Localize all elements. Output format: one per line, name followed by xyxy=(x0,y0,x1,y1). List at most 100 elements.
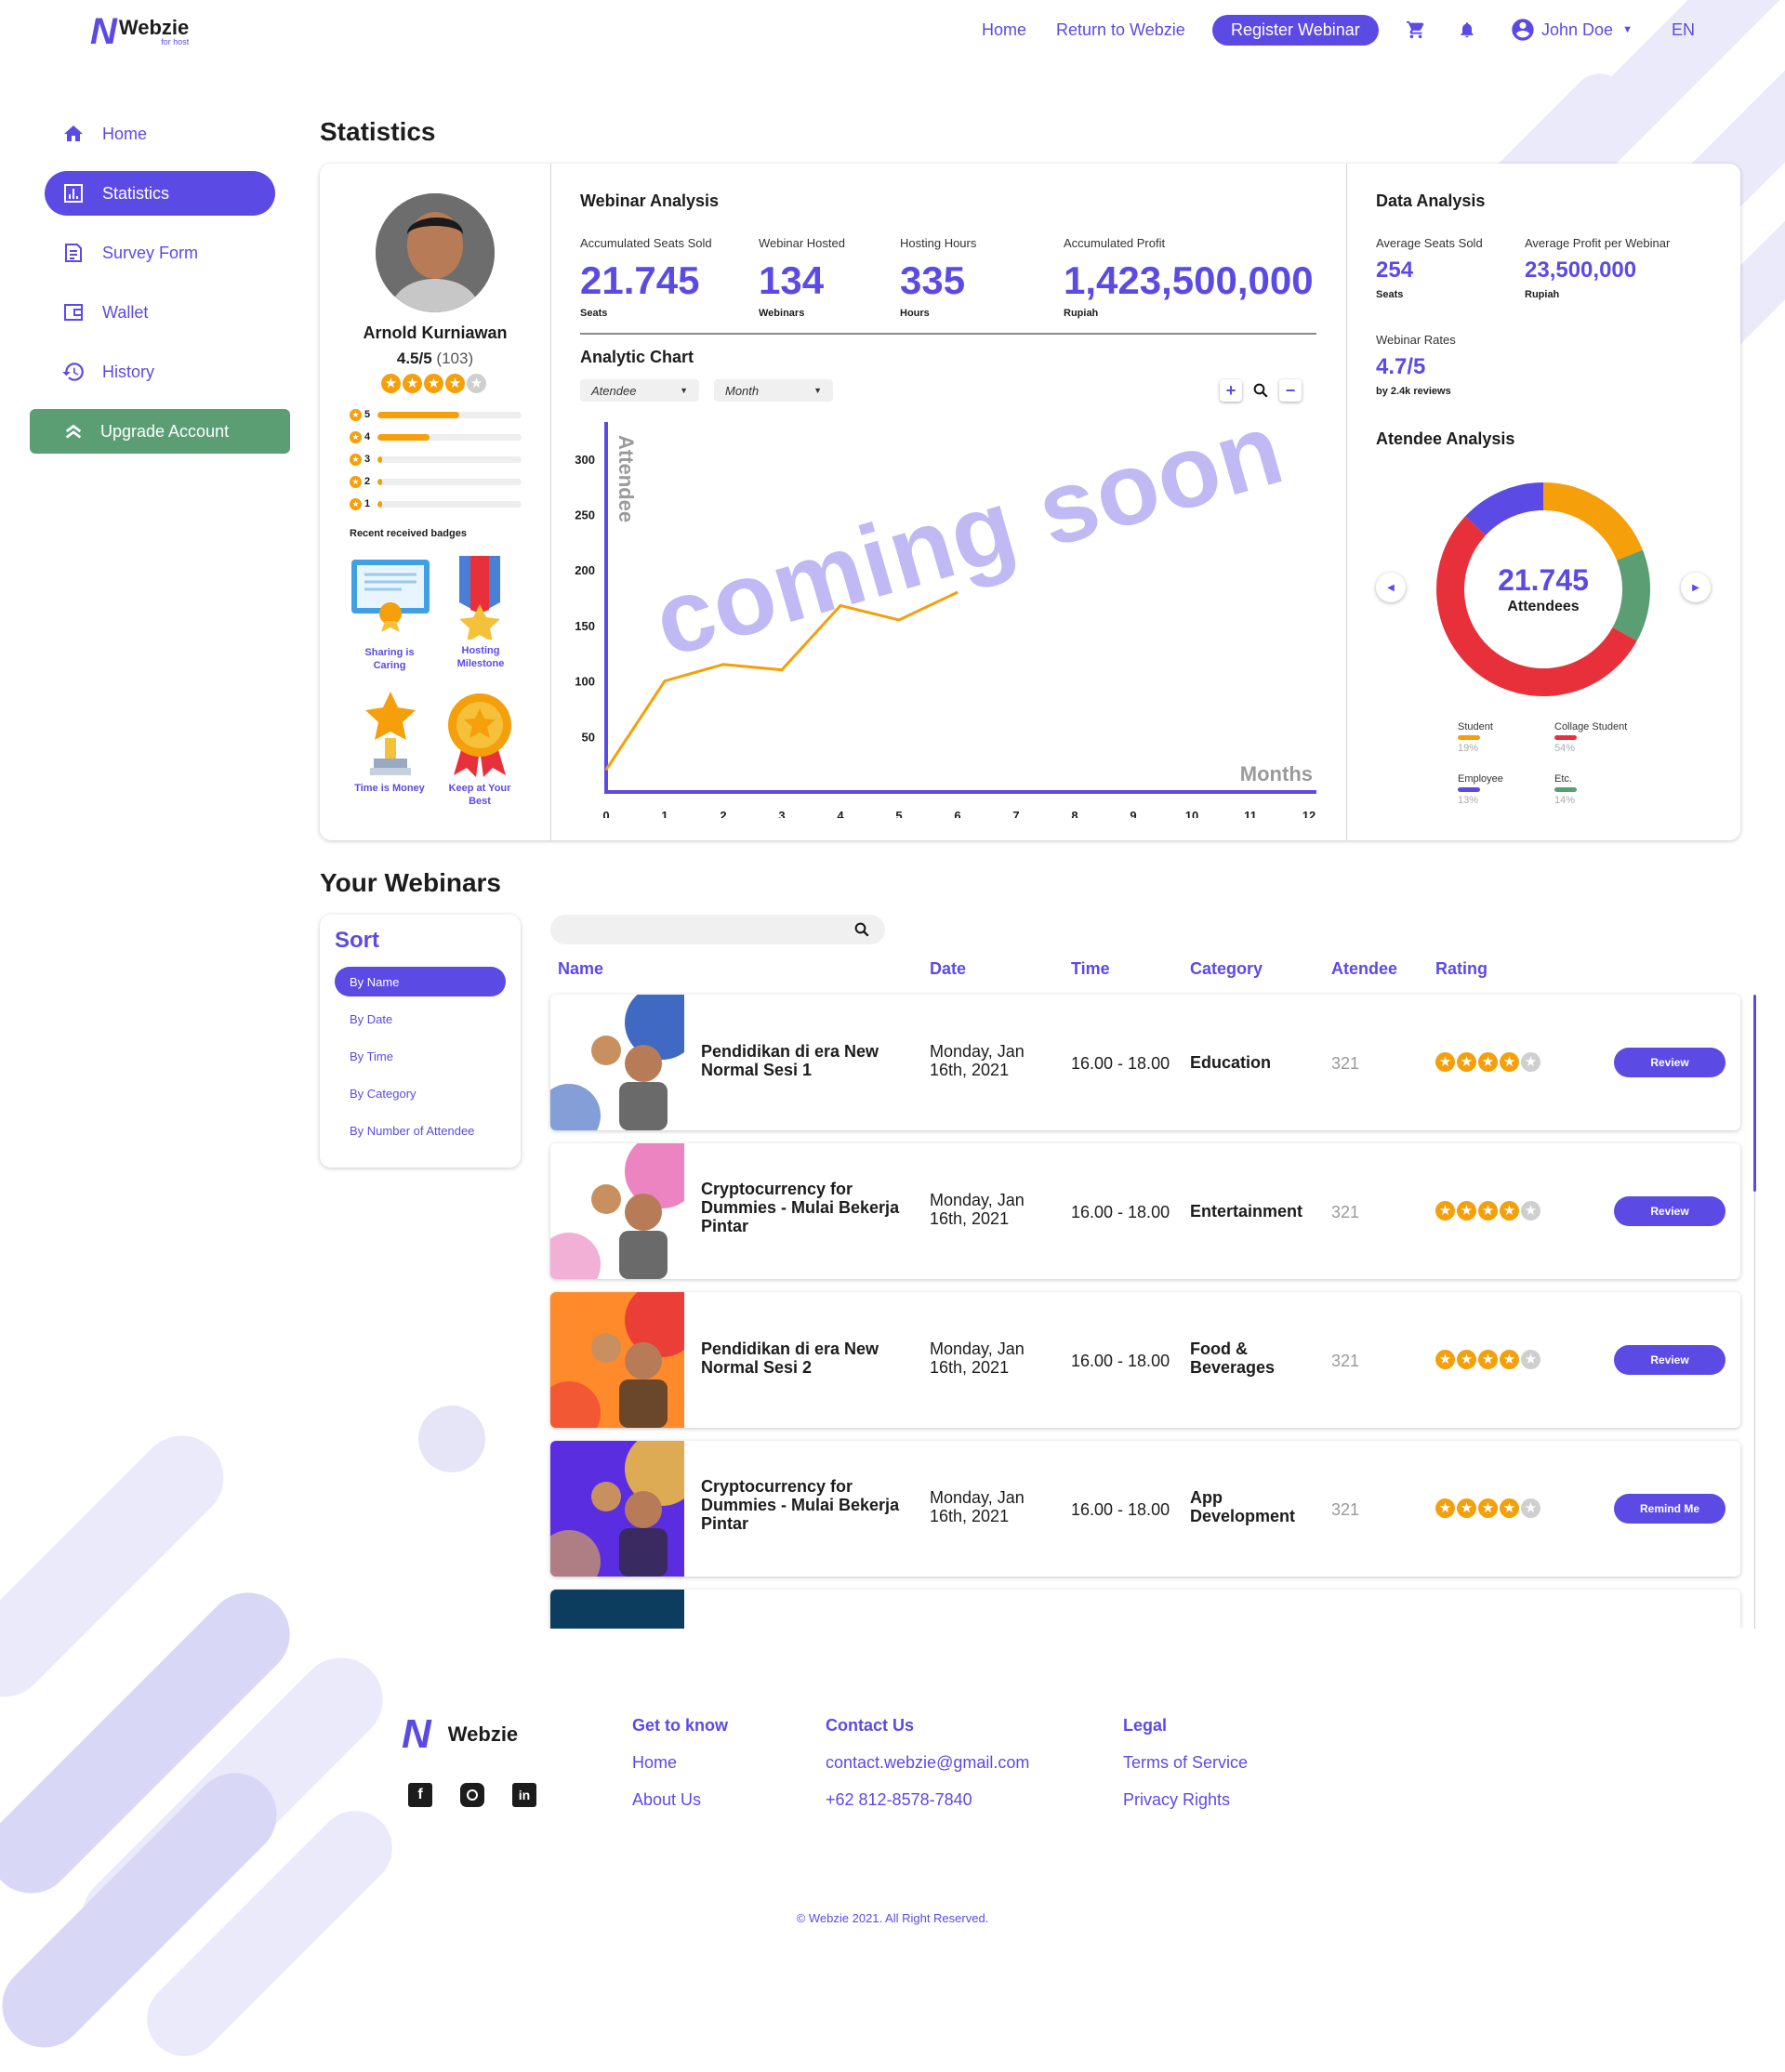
star-icon: ★ xyxy=(350,430,362,443)
star-icon: ★ xyxy=(1521,1052,1540,1072)
brand-name: Webzie xyxy=(118,15,190,39)
table-row[interactable]: Cryptocurrency for Dummies - Mulai Beker… xyxy=(550,1441,1740,1577)
metric-unit: Seats xyxy=(1376,289,1404,300)
language-selector[interactable]: EN xyxy=(1672,13,1695,46)
metric-label: Hosting Hours xyxy=(900,236,977,250)
column-header-name[interactable]: Name xyxy=(558,959,603,979)
sidebar-item-history[interactable]: History xyxy=(45,350,275,394)
rating-bar-star: 3 xyxy=(364,454,371,465)
review-button[interactable]: Review xyxy=(1614,1048,1726,1077)
data-analysis-title: Data Analysis xyxy=(1376,191,1486,210)
sort-by-date[interactable]: By Date xyxy=(335,1004,506,1034)
footer-link-home[interactable]: Home xyxy=(632,1753,677,1773)
column-header-attendee[interactable]: Atendee xyxy=(1331,959,1397,979)
table-row[interactable] xyxy=(550,1590,1740,1629)
previous-arrow-icon[interactable]: ◀ xyxy=(1376,573,1406,602)
rating-bar-fill xyxy=(377,500,382,508)
nav-home[interactable]: Home xyxy=(982,13,1026,46)
footer-link-terms[interactable]: Terms of Service xyxy=(1123,1753,1248,1773)
brand-logo[interactable]: N Webzie for host xyxy=(90,13,189,50)
next-arrow-icon[interactable]: ▶ xyxy=(1681,573,1711,602)
sidebar-item-wallet[interactable]: Wallet xyxy=(45,290,275,335)
metric-label: Average Profit per Webinar xyxy=(1525,236,1671,250)
search-icon[interactable] xyxy=(853,921,870,943)
data-point xyxy=(605,769,607,771)
bell-icon[interactable] xyxy=(1458,13,1476,46)
column-header-time[interactable]: Time xyxy=(1071,959,1110,979)
sort-by-category[interactable]: By Category xyxy=(335,1078,506,1108)
webinar-name[interactable]: Pendidikan di era New Normal Sesi 2 xyxy=(701,1340,915,1378)
rating-bar-track xyxy=(377,433,522,441)
logo-mark-icon: N xyxy=(402,1711,431,1757)
award-badge-icon xyxy=(446,692,513,777)
thumbnail-art xyxy=(550,1292,699,1428)
badge-label: Sharing is Caring xyxy=(364,647,415,671)
zoom-out-button[interactable]: − xyxy=(1279,379,1302,402)
table-row[interactable]: Cryptocurrency for Dummies - Mulai Beker… xyxy=(550,1143,1740,1279)
thumbnail-art xyxy=(550,1441,699,1577)
history-icon xyxy=(61,360,86,384)
divider xyxy=(550,164,551,840)
star-icon: ★ xyxy=(350,408,362,421)
nav-return-to-webzie[interactable]: Return to Webzie xyxy=(1056,13,1185,46)
webinar-time: 16.00 - 18.00 xyxy=(1071,1500,1170,1519)
metric-dropdown[interactable]: Atendee ▼ xyxy=(580,379,699,402)
certificate-badge-icon xyxy=(350,558,431,632)
star-icon: ★ xyxy=(1500,1052,1519,1072)
webinar-rating: ★ ★ ★ ★ ★ xyxy=(1435,1498,1540,1518)
scrollbar-track[interactable] xyxy=(1754,1192,1755,1629)
instagram-icon[interactable] xyxy=(460,1783,484,1807)
facebook-icon[interactable]: f xyxy=(408,1783,432,1807)
linkedin-icon[interactable]: in xyxy=(512,1783,536,1807)
metric-value: 23,500,000 xyxy=(1525,257,1637,283)
rating-bar-fill xyxy=(377,433,430,441)
donut-center: 21.745 Attendees xyxy=(1432,565,1655,615)
footer-brand: Webzie xyxy=(447,1722,519,1746)
column-header-rating[interactable]: Rating xyxy=(1435,959,1488,979)
metric-label: Webinar Hosted xyxy=(759,236,845,250)
footer-phone[interactable]: +62 812-8578-7840 xyxy=(826,1790,972,1810)
sidebar-item-survey-form[interactable]: Survey Form xyxy=(45,231,275,275)
sidebar-item-label: History xyxy=(102,362,155,381)
upgrade-account-button[interactable]: Upgrade Account xyxy=(30,409,290,454)
search-input[interactable] xyxy=(550,915,885,944)
donut-slice xyxy=(1465,482,1544,536)
legend-item: Etc. 14% xyxy=(1554,773,1577,806)
remind-me-button[interactable]: Remind Me xyxy=(1614,1494,1726,1524)
footer-heading: Get to know xyxy=(632,1716,728,1735)
dropdown-value: Atendee xyxy=(591,383,637,398)
home-icon xyxy=(61,122,86,146)
footer-logo[interactable]: N Webzie xyxy=(402,1714,518,1755)
sidebar-item-statistics[interactable]: Statistics xyxy=(45,171,275,216)
legend-pct: 19% xyxy=(1458,743,1479,754)
user-menu[interactable]: John Doe ▼ xyxy=(1510,13,1633,46)
legend-pct: 14% xyxy=(1554,795,1576,806)
footer-link-about[interactable]: About Us xyxy=(632,1790,701,1810)
cart-icon[interactable] xyxy=(1406,13,1426,46)
footer-email[interactable]: contact.webzie@gmail.com xyxy=(826,1753,1029,1773)
column-header-date[interactable]: Date xyxy=(930,959,966,979)
sort-by-time[interactable]: By Time xyxy=(335,1041,506,1071)
sidebar-item-home[interactable]: Home xyxy=(45,112,275,156)
table-row[interactable]: Pendidikan di era New Normal Sesi 1 Monda… xyxy=(550,995,1740,1130)
sort-by-name[interactable]: By Name xyxy=(335,967,506,996)
average-profit: Average Profit per Webinar 23,500,000 Ru… xyxy=(1525,236,1670,300)
scrollbar-thumb[interactable] xyxy=(1753,995,1756,1192)
metric-seats-sold: Accumulated Seats Sold 21.745 Seats xyxy=(580,236,712,319)
period-dropdown[interactable]: Month ▼ xyxy=(714,379,833,402)
star-icon: ★ xyxy=(467,374,486,393)
webinar-name[interactable]: Pendidikan di era New Normal Sesi 1 xyxy=(701,1042,915,1080)
register-webinar-button[interactable]: Register Webinar xyxy=(1212,14,1379,46)
dropdown-value: Month xyxy=(725,383,760,398)
webinar-name[interactable]: Cryptocurrency for Dummies - Mulai Beker… xyxy=(701,1477,915,1533)
sort-by-attendee[interactable]: By Number of Attendee xyxy=(335,1115,506,1145)
column-header-category[interactable]: Category xyxy=(1190,959,1263,979)
metric-value: 335 xyxy=(900,258,966,302)
review-button[interactable]: Review xyxy=(1614,1196,1726,1226)
table-row[interactable]: Pendidikan di era New Normal Sesi 2 Monda… xyxy=(550,1292,1740,1428)
upgrade-label: Upgrade Account xyxy=(100,421,230,441)
metric-label: Accumulated Seats Sold xyxy=(580,236,712,250)
review-button[interactable]: Review xyxy=(1614,1345,1726,1375)
footer-link-privacy[interactable]: Privacy Rights xyxy=(1123,1790,1230,1810)
webinar-name[interactable]: Cryptocurrency for Dummies - Mulai Beker… xyxy=(701,1180,915,1235)
